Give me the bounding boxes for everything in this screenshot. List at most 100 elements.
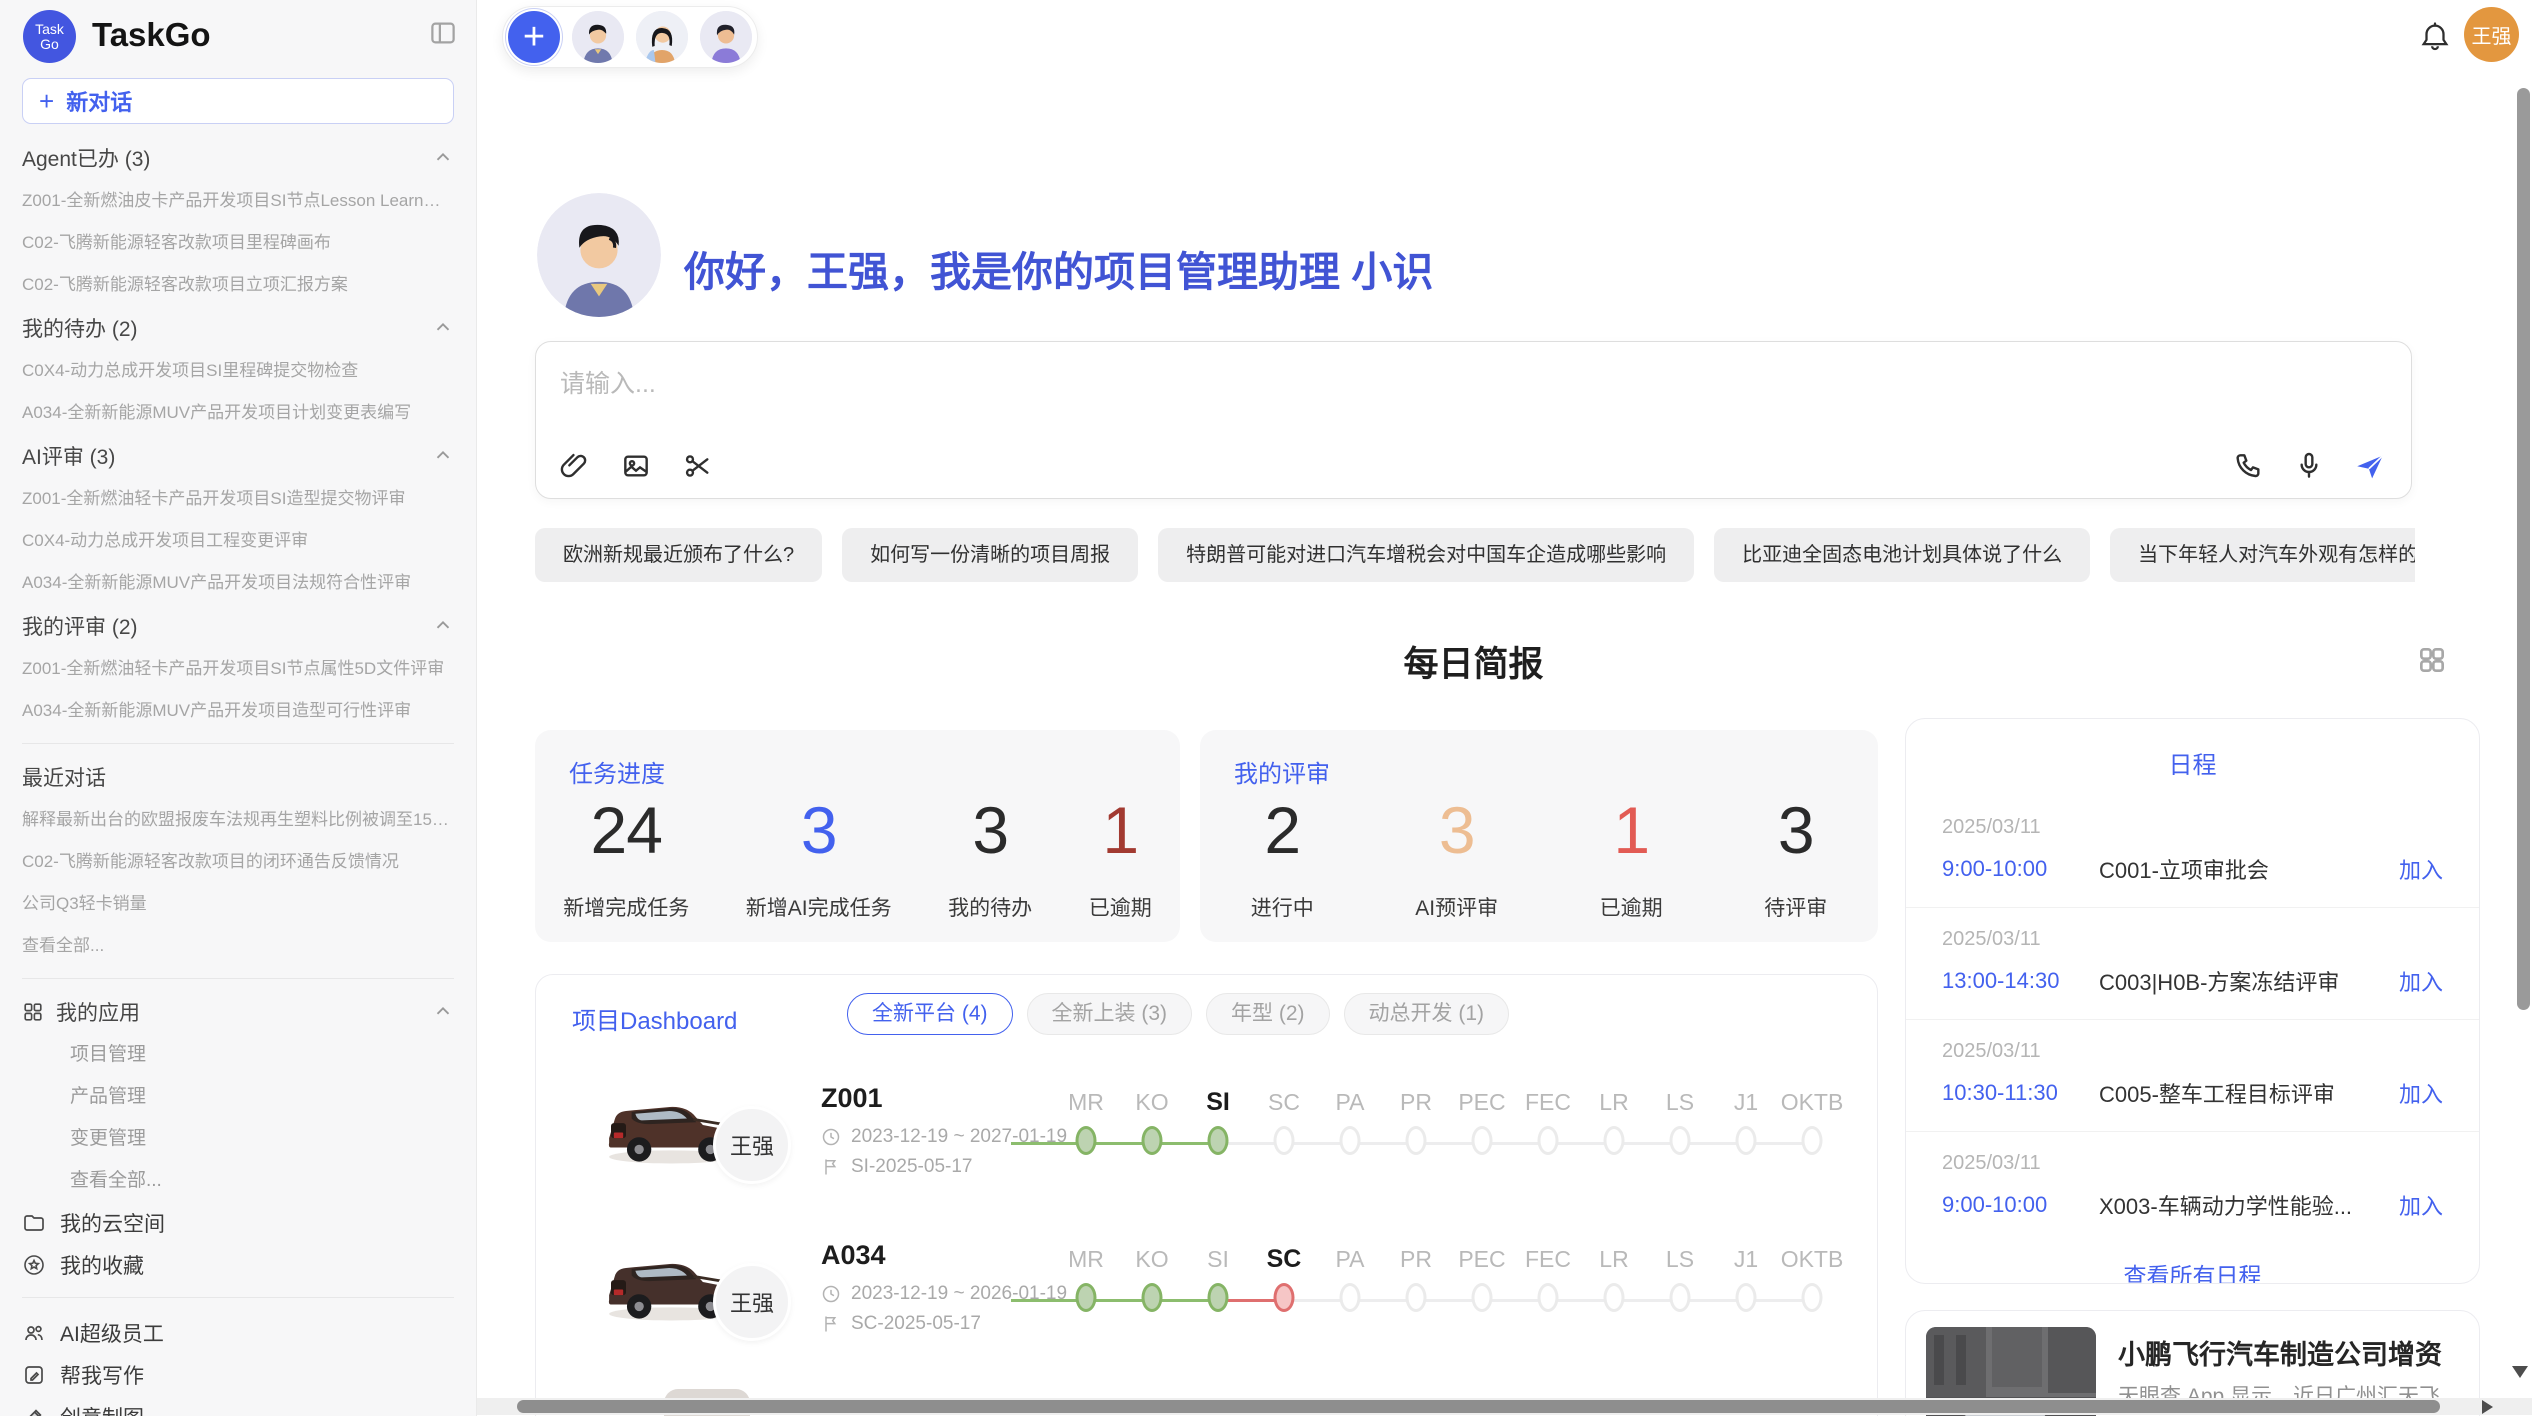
- schedule-event[interactable]: 2025/03/1113:00-14:30C003|H0B-方案冻结评审加入: [1906, 908, 2479, 1020]
- sidebar-item[interactable]: Z001-全新燃油轻卡产品开发项目SI造型提交物评审: [22, 478, 454, 520]
- chat-input[interactable]: 请输入...: [535, 341, 2412, 499]
- sidebar-item[interactable]: Z001-全新燃油轻卡产品开发项目SI节点属性5D文件评审: [22, 648, 454, 690]
- sidebar-item[interactable]: Z001-全新燃油皮卡产品开发项目SI节点Lesson Learn报告: [22, 180, 454, 222]
- milestone-node[interactable]: [1142, 1283, 1163, 1312]
- project-flag: SI-2025-05-17: [821, 1156, 972, 1178]
- sidebar-item[interactable]: C02-飞腾新能源轻客改款项目立项汇报方案: [22, 264, 454, 306]
- new-chat-button[interactable]: + 新对话: [22, 78, 454, 124]
- sidebar-section-header[interactable]: 我的评审 (2): [22, 604, 454, 648]
- scissors-icon[interactable]: [682, 450, 714, 482]
- milestone-node[interactable]: [1538, 1126, 1559, 1155]
- join-link[interactable]: 加入: [2399, 1077, 2443, 1109]
- microphone-icon[interactable]: [2293, 450, 2325, 482]
- milestone-node[interactable]: [1472, 1283, 1493, 1312]
- milestone-node[interactable]: [1802, 1126, 1823, 1155]
- suggestion-chip[interactable]: 如何写一份清晰的项目周报: [842, 528, 1138, 582]
- notification-bell-icon[interactable]: [2418, 20, 2452, 54]
- suggestion-chip[interactable]: 欧洲新规最近颁布了什么?: [535, 528, 822, 582]
- suggestion-chip[interactable]: 比亚迪全固态电池计划具体说了什么: [1714, 528, 2090, 582]
- sidebar-item[interactable]: C0X4-动力总成开发项目工程变更评审: [22, 520, 454, 562]
- milestone-node[interactable]: [1604, 1283, 1625, 1312]
- milestone-node[interactable]: [1538, 1283, 1559, 1312]
- stat: 2进行中: [1251, 792, 1314, 922]
- milestone-node[interactable]: [1076, 1283, 1097, 1312]
- sidebar-section-header[interactable]: 最近对话: [22, 755, 454, 799]
- sidebar-app-item[interactable]: 产品管理: [22, 1076, 454, 1118]
- sidebar-section-header[interactable]: AI评审 (3): [22, 434, 454, 478]
- sidebar-item[interactable]: 查看全部...: [22, 925, 454, 967]
- member-avatar-3[interactable]: [700, 11, 752, 63]
- dashboard-filter-chip[interactable]: 年型 (2): [1206, 993, 1330, 1035]
- user-avatar[interactable]: 王强: [2464, 7, 2519, 62]
- milestone-label: J1: [1713, 1241, 1779, 1277]
- milestone-node[interactable]: [1802, 1283, 1823, 1312]
- schedule-event[interactable]: 2025/03/1110:30-11:30C005-整车工程目标评审加入: [1906, 1020, 2479, 1132]
- milestone-label: PEC: [1449, 1084, 1515, 1120]
- sidebar-item[interactable]: 公司Q3轻卡销量: [22, 883, 454, 925]
- sidebar-section-header[interactable]: 我的待办 (2): [22, 306, 454, 350]
- sidebar-link[interactable]: 我的收藏: [22, 1244, 454, 1286]
- sidebar-section-header[interactable]: Agent已办 (3): [22, 136, 454, 180]
- dashboard-filter-chip[interactable]: 全新平台 (4): [847, 993, 1013, 1035]
- view-all-schedule-link[interactable]: 查看所有日程: [1906, 1257, 2479, 1284]
- milestone-node[interactable]: [1406, 1283, 1427, 1312]
- sidebar-link[interactable]: 我的云空间: [22, 1202, 454, 1244]
- join-link[interactable]: 加入: [2399, 1189, 2443, 1221]
- sidebar-app-item[interactable]: 变更管理: [22, 1118, 454, 1160]
- milestone-node[interactable]: [1076, 1126, 1097, 1155]
- milestone-node[interactable]: [1406, 1126, 1427, 1155]
- milestone-node[interactable]: [1274, 1126, 1295, 1155]
- suggestion-chip[interactable]: 当下年轻人对汽车外观有怎样的喜好趋势: [2110, 528, 2415, 582]
- schedule-event[interactable]: 2025/03/119:00-10:00X003-车辆动力学性能验...加入: [1906, 1132, 2479, 1243]
- sidebar-item[interactable]: A034-全新新能源MUV产品开发项目造型可行性评审: [22, 690, 454, 732]
- add-workspace-button[interactable]: +: [508, 11, 560, 63]
- schedule-event[interactable]: 2025/03/119:00-10:00C001-立项审批会加入: [1906, 796, 2479, 908]
- layout-grid-icon[interactable]: [2416, 644, 2448, 676]
- milestone-node[interactable]: [1736, 1283, 1757, 1312]
- attach-file-icon[interactable]: [558, 450, 590, 482]
- milestone-node[interactable]: [1670, 1283, 1691, 1312]
- member-avatar-1[interactable]: [572, 11, 624, 63]
- sidebar-app-item[interactable]: 项目管理: [22, 1034, 454, 1076]
- milestone-node[interactable]: [1208, 1126, 1229, 1155]
- suggestion-chip[interactable]: 特朗普可能对进口汽车增税会对中国车企造成哪些影响: [1158, 528, 1694, 582]
- sidebar-item[interactable]: C02-飞腾新能源轻客改款项目里程碑画布: [22, 222, 454, 264]
- send-icon[interactable]: [2353, 450, 2385, 482]
- sidebar-app-item[interactable]: 查看全部...: [22, 1160, 454, 1202]
- milestone-node[interactable]: [1274, 1283, 1295, 1312]
- milestone-node[interactable]: [1208, 1283, 1229, 1312]
- dashboard-filter-chip[interactable]: 全新上装 (3): [1027, 993, 1193, 1035]
- collapse-sidebar-icon[interactable]: [428, 18, 458, 48]
- sidebar-item[interactable]: C02-飞腾新能源轻客改款项目的闭环通告反馈情况: [22, 841, 454, 883]
- project-row: 王强A0342023-12-19 ~ 2026-01-19SC-2025-05-…: [536, 1233, 1877, 1390]
- insert-image-icon[interactable]: [620, 450, 652, 482]
- milestone-node[interactable]: [1670, 1126, 1691, 1155]
- vertical-scrollbar-thumb[interactable]: [2517, 88, 2530, 1010]
- member-avatar-2[interactable]: [636, 11, 688, 63]
- sidebar-recent-section: 最近对话解释最新出台的欧盟报废车法规再生塑料比例被调至15%...C02-飞腾新…: [22, 755, 454, 967]
- milestone-node[interactable]: [1472, 1126, 1493, 1155]
- milestone-node[interactable]: [1340, 1283, 1361, 1312]
- scroll-right-arrow[interactable]: [2482, 1400, 2493, 1414]
- sidebar-tool[interactable]: 创意制图: [22, 1396, 454, 1416]
- sidebar-tool[interactable]: AI超级员工: [22, 1312, 454, 1354]
- milestone-node[interactable]: [1736, 1126, 1757, 1155]
- milestone-label: SI: [1185, 1241, 1251, 1277]
- sidebar-item[interactable]: A034-全新新能源MUV产品开发项目法规符合性评审: [22, 562, 454, 604]
- sidebar-section-header-apps[interactable]: 我的应用: [22, 990, 454, 1034]
- scroll-down-arrow[interactable]: [2512, 1366, 2528, 1378]
- dashboard-filter-chip[interactable]: 动总开发 (1): [1344, 993, 1510, 1035]
- sidebar-tool[interactable]: 帮我写作: [22, 1354, 454, 1396]
- join-link[interactable]: 加入: [2399, 965, 2443, 997]
- stat-value: 3: [1439, 792, 1475, 868]
- milestone-node[interactable]: [1604, 1126, 1625, 1155]
- sidebar-item[interactable]: 解释最新出台的欧盟报废车法规再生塑料比例被调至15%...: [22, 799, 454, 841]
- phone-icon[interactable]: [2233, 450, 2265, 482]
- milestone: PR: [1383, 1084, 1449, 1165]
- horizontal-scrollbar-thumb[interactable]: [517, 1400, 2440, 1413]
- milestone-node[interactable]: [1142, 1126, 1163, 1155]
- milestone-node[interactable]: [1340, 1126, 1361, 1155]
- sidebar-item[interactable]: A034-全新新能源MUV产品开发项目计划变更表编写: [22, 392, 454, 434]
- sidebar-item[interactable]: C0X4-动力总成开发项目SI里程碑提交物检查: [22, 350, 454, 392]
- join-link[interactable]: 加入: [2399, 853, 2443, 885]
